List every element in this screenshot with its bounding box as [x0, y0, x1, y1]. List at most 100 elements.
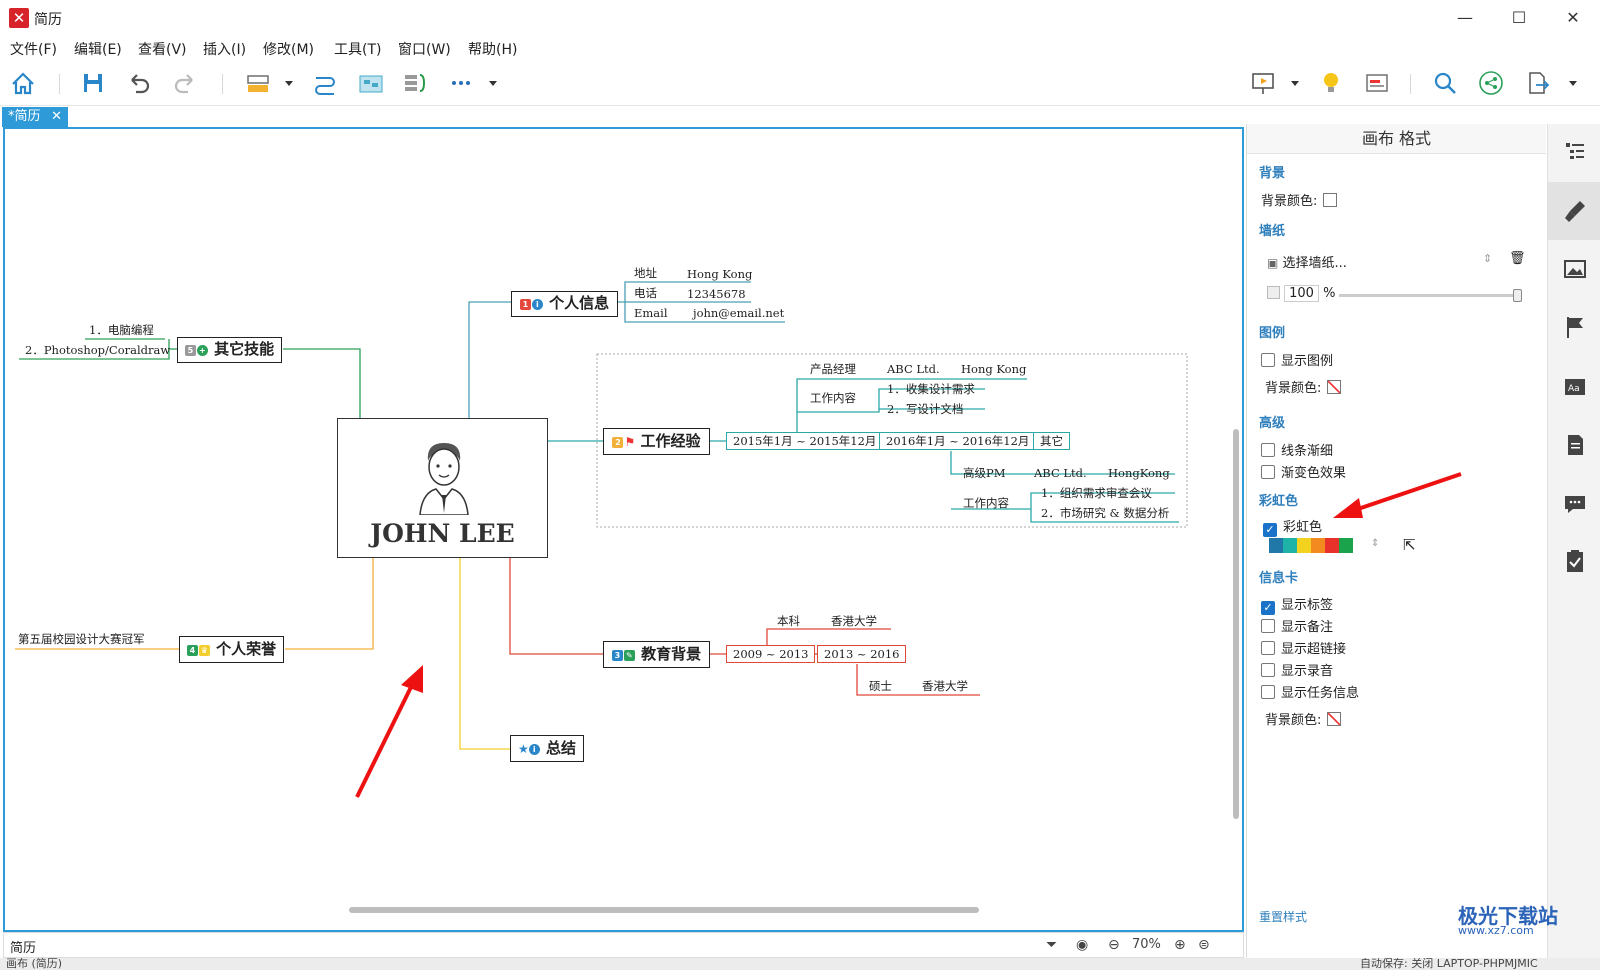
checkbox-checked[interactable]: ✓: [1263, 523, 1277, 537]
lightbulb-icon[interactable]: [1316, 68, 1346, 98]
topic-icon[interactable]: [244, 68, 274, 98]
checkbox-checked[interactable]: ✓: [1261, 601, 1275, 615]
menu-edit[interactable]: 编辑(E): [74, 39, 122, 59]
checkbox[interactable]: [1261, 465, 1275, 479]
palette-spinner-icon[interactable]: ⇕: [1371, 538, 1379, 549]
opacity-slider[interactable]: [1339, 289, 1522, 302]
rainbow-palette[interactable]: [1269, 538, 1353, 553]
sticker-text-icon[interactable]: Aa: [1560, 372, 1590, 402]
wallpaper-select[interactable]: ▣ 选择墙纸...: [1267, 252, 1347, 271]
presentation-icon[interactable]: [1248, 68, 1278, 98]
zoom-out-icon[interactable]: ⊖: [1108, 937, 1120, 953]
show-notes-checkbox[interactable]: 显示备注: [1261, 616, 1333, 635]
notes-icon[interactable]: [1560, 430, 1590, 460]
opacity-input[interactable]: 100: [1284, 285, 1319, 302]
topic-dropdown-chevron-down-icon[interactable]: [282, 68, 296, 98]
menu-insert[interactable]: 插入(I): [203, 39, 246, 59]
show-audio-checkbox[interactable]: 显示录音: [1261, 660, 1333, 679]
topic-work-experience[interactable]: 2 ⚑ 工作经验: [603, 428, 710, 455]
save-icon[interactable]: [78, 68, 108, 98]
watermark-url: www.xz7.com: [1458, 924, 1534, 937]
checkbox[interactable]: [1261, 353, 1275, 367]
fit-icon[interactable]: ⊜: [1198, 937, 1210, 953]
zoom-level: 70%: [1132, 937, 1161, 952]
format-brush-icon[interactable]: [1560, 196, 1590, 226]
bg-color-swatch[interactable]: [1323, 193, 1338, 207]
show-labels-checkbox[interactable]: ✓ 显示标签: [1261, 594, 1333, 615]
share-icon[interactable]: [1476, 68, 1506, 98]
card-bg-row[interactable]: 背景颜色:: [1265, 709, 1342, 728]
more-dropdown-chevron-down-icon[interactable]: [486, 68, 500, 98]
export-icon[interactable]: [1522, 68, 1552, 98]
topic-education[interactable]: 3 ✎ 教育背景: [603, 641, 710, 668]
tab-resume[interactable]: *简历 ✕: [2, 107, 68, 127]
checkbox[interactable]: [1261, 663, 1275, 677]
horizontal-scrollbar[interactable]: [349, 907, 979, 913]
menu-modify[interactable]: 修改(M): [263, 39, 314, 59]
maximize-button[interactable]: ☐: [1496, 4, 1542, 32]
job-task: 2．写设计文档: [887, 402, 964, 416]
eye-icon[interactable]: ◉: [1076, 937, 1088, 953]
zoom-in-icon[interactable]: ⊕: [1174, 937, 1186, 953]
legend-bg-row[interactable]: 背景颜色:: [1265, 377, 1342, 396]
background-color-row[interactable]: 背景颜色:: [1261, 190, 1338, 209]
presentation-dropdown-chevron-down-icon[interactable]: [1288, 68, 1302, 98]
menu-tools[interactable]: 工具(T): [334, 39, 381, 59]
close-tab-icon[interactable]: ✕: [51, 107, 62, 127]
checkbox[interactable]: [1261, 619, 1275, 633]
boundary-icon[interactable]: [356, 68, 386, 98]
reset-style-link[interactable]: 重置样式: [1259, 908, 1307, 925]
marker-flag-icon[interactable]: [1560, 312, 1590, 342]
show-tasks-checkbox[interactable]: 显示任务信息: [1261, 682, 1359, 701]
work-period-2[interactable]: 2016年1月 ~ 2016年12月: [879, 432, 1037, 450]
sheet-tab[interactable]: 简历: [10, 937, 36, 956]
vertical-scrollbar[interactable]: [1233, 429, 1239, 819]
work-other[interactable]: 其它: [1033, 432, 1070, 450]
menu-window[interactable]: 窗口(W): [398, 39, 451, 59]
mindmap-canvas[interactable]: JOHN LEE 1i 个人信息 地址 Hong Kong 电话 1234567…: [3, 127, 1244, 932]
close-window-button[interactable]: ✕: [1550, 4, 1596, 32]
opacity-icon: [1267, 286, 1280, 299]
task-clipboard-icon[interactable]: [1560, 546, 1590, 576]
opacity-slider-knob[interactable]: [1513, 289, 1522, 302]
taper-checkbox[interactable]: 线条渐细: [1261, 440, 1333, 459]
topic-summary[interactable]: ★ i 总结: [510, 735, 584, 762]
show-legend-checkbox[interactable]: 显示图例: [1261, 350, 1333, 369]
education-period-1[interactable]: 2009 ~ 2013: [726, 645, 816, 663]
education-period-2[interactable]: 2013 ~ 2016: [817, 645, 907, 663]
panel-title: 画布 格式: [1247, 124, 1546, 154]
topic-personal-info[interactable]: 1i 个人信息: [511, 291, 618, 317]
show-links-checkbox[interactable]: 显示超链接: [1261, 638, 1346, 657]
checkbox[interactable]: [1261, 443, 1275, 457]
checkbox[interactable]: [1261, 641, 1275, 655]
menu-help[interactable]: 帮助(H): [468, 39, 517, 59]
summary-icon[interactable]: [400, 68, 430, 98]
filter-icon[interactable]: ⏷: [1046, 937, 1057, 953]
trash-icon[interactable]: 🗑: [1509, 251, 1526, 266]
home-icon[interactable]: [8, 68, 38, 98]
image-icon[interactable]: [1560, 254, 1590, 284]
search-icon[interactable]: [1430, 68, 1460, 98]
undo-icon[interactable]: [124, 68, 154, 98]
relationship-icon[interactable]: [310, 68, 340, 98]
menu-bar: 文件(F) 编辑(E) 查看(V) 插入(I) 修改(M) 工具(T) 窗口(W…: [0, 36, 1600, 60]
legend-bg-swatch[interactable]: [1327, 380, 1342, 394]
rainbow-checkbox[interactable]: ✓ 彩虹色: [1263, 516, 1322, 537]
topic-honors[interactable]: 4 ♛ 个人荣誉: [179, 636, 284, 663]
redo-icon[interactable]: [170, 68, 200, 98]
more-icon[interactable]: [446, 68, 476, 98]
export-dropdown-chevron-down-icon[interactable]: [1566, 68, 1580, 98]
checkbox[interactable]: [1261, 685, 1275, 699]
central-topic[interactable]: JOHN LEE: [337, 418, 548, 558]
comment-icon[interactable]: [1560, 488, 1590, 518]
minimize-button[interactable]: —: [1442, 4, 1488, 32]
gantt-icon[interactable]: [1362, 68, 1392, 98]
work-period-1[interactable]: 2015年1月 ~ 2015年12月: [726, 432, 884, 450]
outline-icon[interactable]: [1560, 136, 1590, 166]
wallpaper-spinner-icon[interactable]: ⇕: [1483, 252, 1492, 265]
card-bg-swatch[interactable]: [1327, 712, 1342, 726]
card-bg-label: 背景颜色:: [1265, 713, 1322, 728]
topic-other-skills[interactable]: 5 + 其它技能: [177, 337, 282, 363]
menu-file[interactable]: 文件(F): [10, 39, 57, 59]
menu-view[interactable]: 查看(V): [138, 39, 187, 59]
